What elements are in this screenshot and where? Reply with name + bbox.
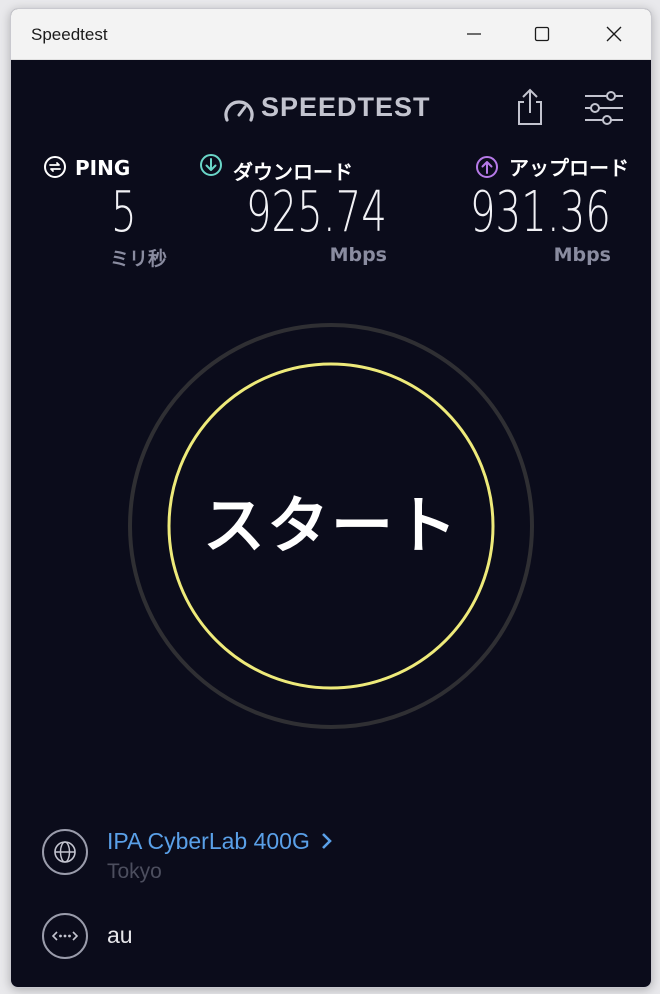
- minimize-icon: [467, 33, 481, 35]
- server-name-link[interactable]: IPA CyberLab 400G: [107, 828, 334, 855]
- speedometer-logo-icon: [224, 100, 254, 122]
- ping-metric: PING 5 ミリ秒: [43, 156, 173, 276]
- upload-label: アップロード: [509, 156, 629, 180]
- server-name: IPA CyberLab 400G: [107, 828, 310, 854]
- isp-row: au: [41, 912, 601, 962]
- minimize-button[interactable]: [451, 9, 497, 59]
- start-gauge: スタート: [127, 322, 535, 730]
- title-bar: Speedtest: [11, 9, 651, 60]
- close-button[interactable]: [591, 9, 637, 59]
- connection-dots-icon: [42, 913, 88, 959]
- download-value: 925.74: [245, 180, 387, 245]
- settings-sliders-icon: [585, 91, 623, 125]
- upload-metric: アップロード 931.36 Mbps: [470, 152, 645, 276]
- upload-unit: Mbps: [553, 244, 611, 266]
- isp-name: au: [107, 922, 133, 948]
- window-title: Speedtest: [31, 25, 108, 44]
- upload-arrow-icon: [476, 156, 498, 178]
- share-icon: [518, 88, 542, 125]
- upload-value: 931.36: [469, 180, 611, 245]
- start-label: スタート: [202, 489, 459, 562]
- download-arrow-icon: [200, 154, 222, 176]
- ping-unit: ミリ秒: [109, 248, 167, 270]
- close-icon: [606, 26, 622, 42]
- server-location: Tokyo: [107, 860, 162, 883]
- ping-icon: [44, 156, 66, 178]
- main-content: SPEEDTEST PING 5 ミリ秒 ダウンロード 925.74 Mbps …: [11, 60, 651, 987]
- download-unit: Mbps: [329, 244, 387, 266]
- maximize-button[interactable]: [519, 9, 565, 59]
- settings-button[interactable]: [581, 90, 627, 126]
- globe-icon: [42, 829, 88, 875]
- start-button[interactable]: スタート: [167, 362, 495, 690]
- server-row[interactable]: IPA CyberLab 400G Tokyo: [41, 828, 601, 890]
- chevron-right-icon: [321, 833, 332, 849]
- download-metric: ダウンロード 925.74 Mbps: [199, 154, 387, 276]
- ping-label: PING: [75, 156, 131, 180]
- ping-value: 5: [111, 180, 137, 245]
- share-button[interactable]: [511, 86, 549, 128]
- speedtest-window: Speedtest SPEEDTEST PING 5 ミリ秒 ダウンロード 92…: [10, 8, 652, 988]
- maximize-icon: [534, 26, 550, 42]
- logo-text: SPEEDTEST: [261, 92, 431, 122]
